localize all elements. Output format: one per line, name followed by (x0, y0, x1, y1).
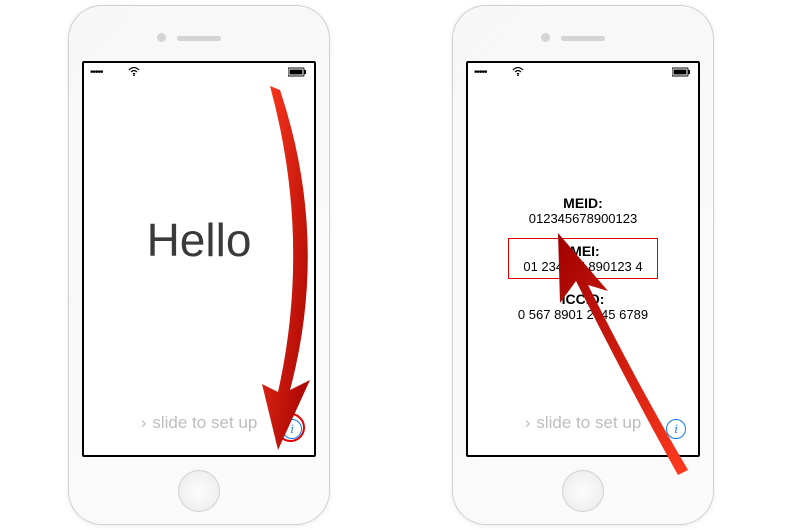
imei-value: 01 234567 890123 4 (523, 259, 642, 274)
lock-screen-left: ••••• Hello ›slide to set up i (82, 61, 316, 457)
camera-dot (157, 33, 166, 42)
imei-row: IMEI: 01 234567 890123 4 (468, 238, 698, 279)
iccid-row: ICCID: 0 567 8901 2345 6789 (468, 291, 698, 322)
iphone-frame-left: ••••• Hello ›slide to set up i (68, 5, 330, 525)
meid-row: MEID: 012345678900123 (468, 195, 698, 226)
home-button[interactable] (562, 470, 604, 512)
signal-strength-icon: ••••• (474, 67, 487, 78)
slide-label: slide to set up (536, 413, 641, 432)
meid-label: MEID: (468, 195, 698, 211)
earpiece-speaker (177, 36, 221, 41)
device-identifiers: MEID: 012345678900123 IMEI: 01 234567 89… (468, 183, 698, 334)
iccid-value: 0 567 8901 2345 6789 (468, 307, 698, 322)
wifi-icon (512, 67, 524, 80)
battery-icon (288, 67, 308, 80)
earpiece-speaker (561, 36, 605, 41)
status-bar: ••••• (90, 67, 308, 81)
wifi-icon (128, 67, 140, 80)
chevron-right-icon: › (141, 413, 147, 432)
imei-highlight-box: IMEI: 01 234567 890123 4 (508, 238, 657, 279)
camera-dot (541, 33, 550, 42)
hello-greeting: Hello (84, 213, 314, 267)
info-screen-right: ••••• MEID: 012345678900123 IMEI: 01 234… (466, 61, 700, 457)
info-icon[interactable]: i (666, 419, 686, 439)
slide-to-setup[interactable]: › slide to set up (468, 413, 698, 433)
status-bar: ••••• (474, 67, 692, 81)
signal-strength-icon: ••••• (90, 67, 103, 78)
chevron-right-icon: › (525, 413, 531, 432)
meid-value: 012345678900123 (468, 211, 698, 226)
slide-label: slide to set up (152, 413, 257, 432)
imei-label: IMEI: (523, 243, 642, 259)
iphone-frame-right: ••••• MEID: 012345678900123 IMEI: 01 234… (452, 5, 714, 525)
home-button[interactable] (178, 470, 220, 512)
info-icon-highlight-circle (276, 413, 305, 442)
iccid-label: ICCID: (468, 291, 698, 307)
battery-icon (672, 67, 692, 80)
